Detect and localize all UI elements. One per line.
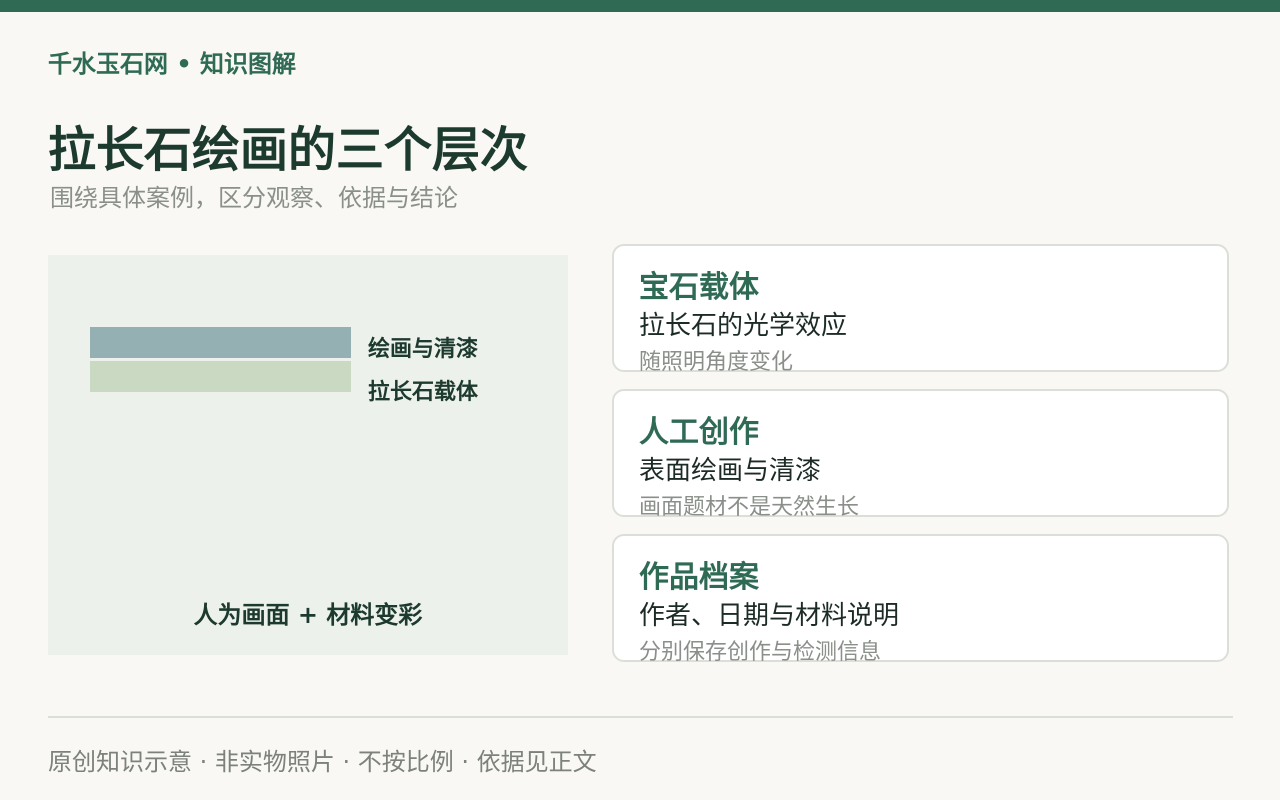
top-accent-bar <box>0 0 1280 12</box>
card-note: 随照明角度变化 <box>639 350 794 375</box>
card-title: 宝石载体 <box>639 270 759 305</box>
card-gem-carrier: 宝石载体 拉长石的光学效应 随照明角度变化 <box>612 244 1229 375</box>
card-note: 分别保存创作与检测信息 <box>639 640 882 665</box>
paint-layer-block <box>90 327 351 358</box>
card-artificial-creation: 人工创作 表面绘画与清漆 画面题材不是天然生长 <box>612 389 1229 520</box>
page-subtitle: 围绕具体案例，区分观察、依据与结论 <box>50 184 458 212</box>
footer-divider <box>48 716 1233 718</box>
card-main-text: 表面绘画与清漆 <box>639 456 822 486</box>
card-note: 画面题材不是天然生长 <box>639 495 860 520</box>
page-title: 拉长石绘画的三个层次 <box>48 122 529 178</box>
site-brand: 千水玉石网 • 知识图解 <box>48 50 297 78</box>
diagram-caption: 人为画面 + 材料变彩 <box>193 601 423 629</box>
card-artwork-record: 作品档案 作者、日期与材料说明 分别保存创作与检测信息 <box>612 534 1229 665</box>
footer-note: 原创知识示意 · 非实物照片 · 不按比例 · 依据见正文 <box>48 748 597 776</box>
card-title: 人工创作 <box>639 415 759 450</box>
paint-layer-label: 绘画与清漆 <box>368 337 479 362</box>
stone-layer-label: 拉长石载体 <box>368 380 479 405</box>
card-main-text: 拉长石的光学效应 <box>639 311 848 341</box>
layer-diagram: 绘画与清漆 拉长石载体 人为画面 + 材料变彩 <box>48 255 568 655</box>
card-title: 作品档案 <box>639 560 759 595</box>
stone-layer-block <box>90 361 351 392</box>
card-main-text: 作者、日期与材料说明 <box>639 601 900 631</box>
